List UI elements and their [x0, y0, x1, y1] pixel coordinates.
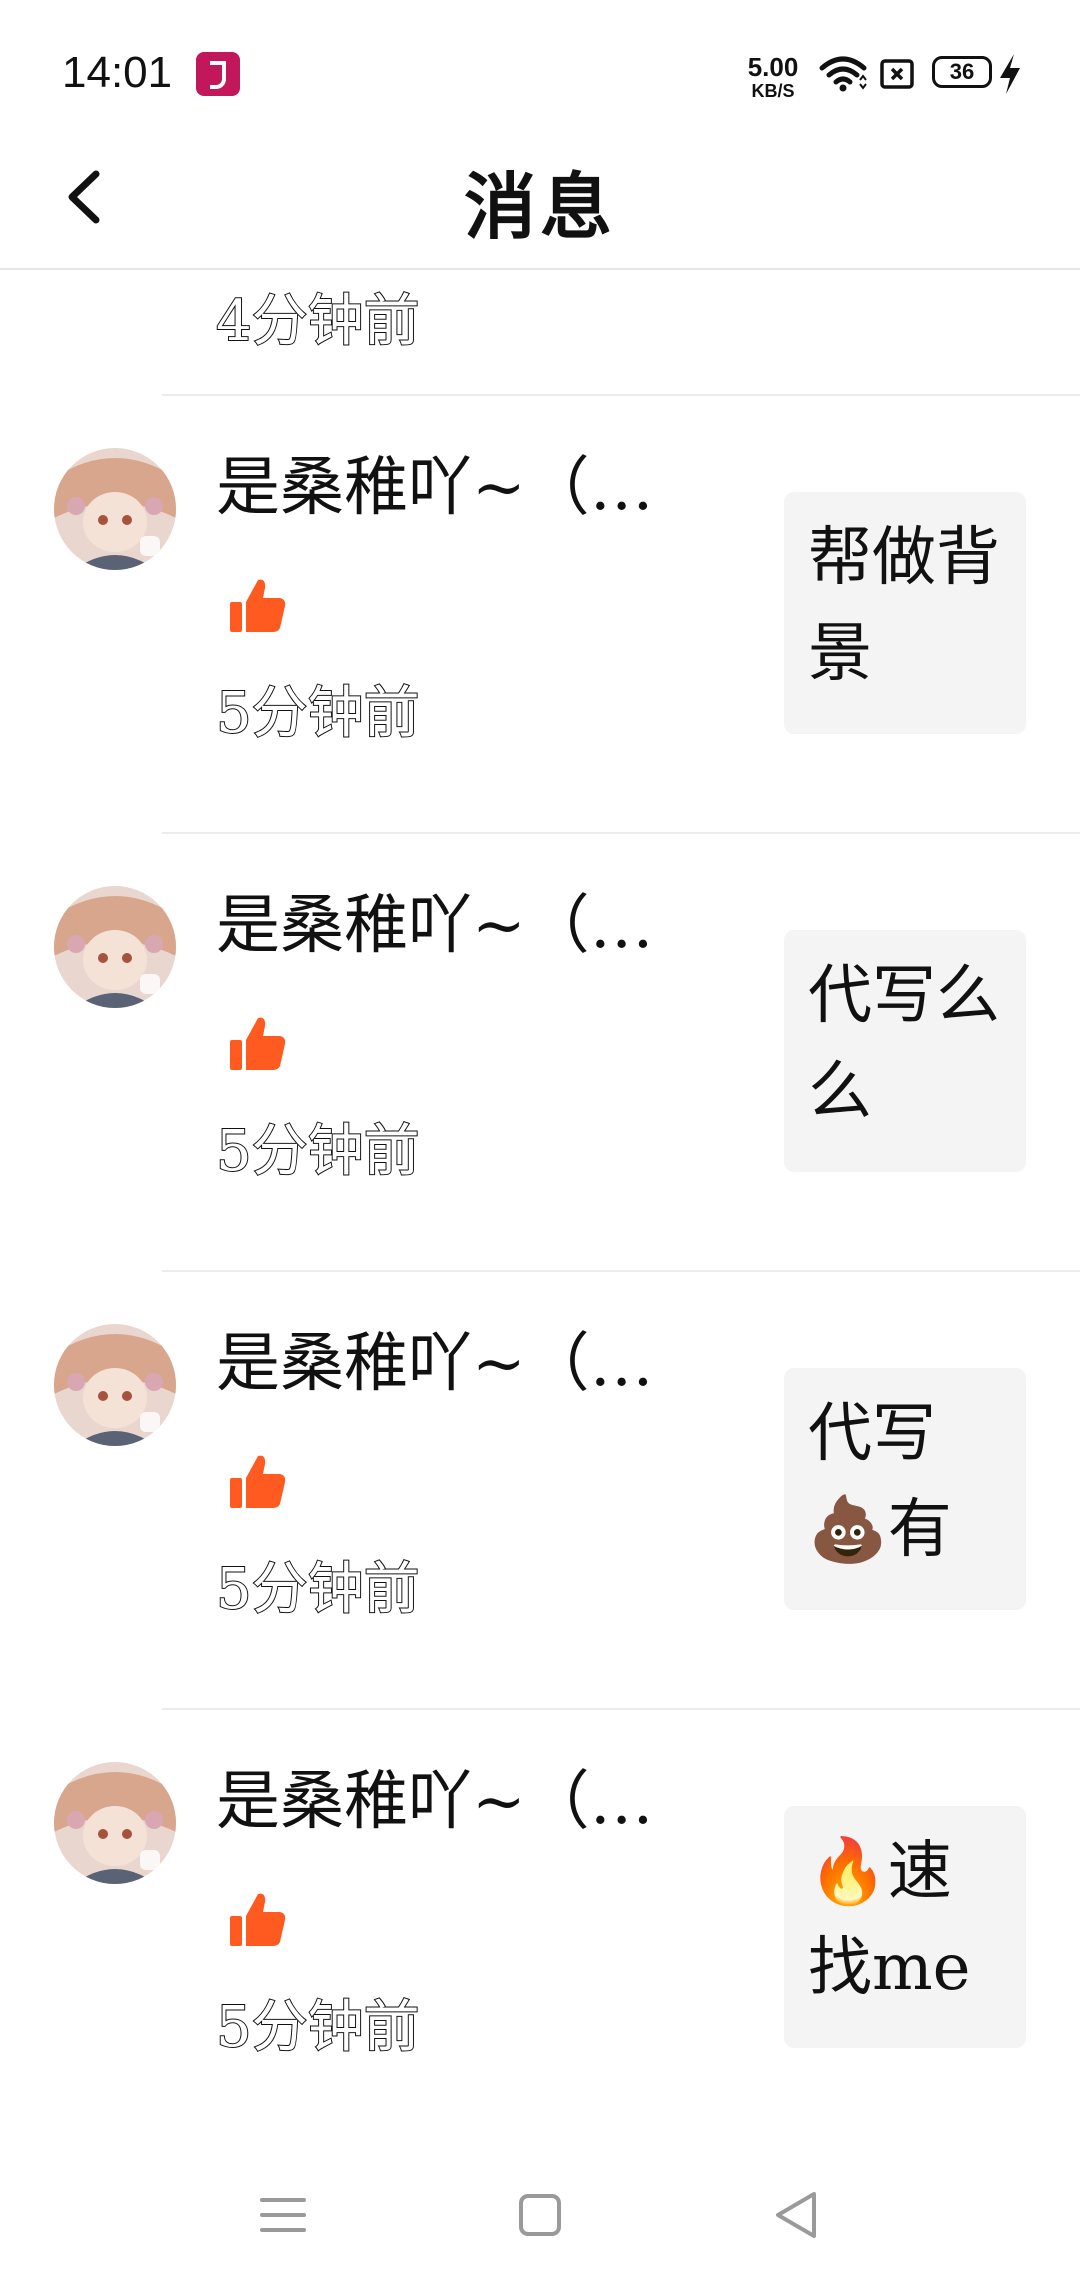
status-time: 14:01: [62, 48, 173, 97]
item-time: 5分钟前: [215, 1556, 421, 1623]
item-time: 5分钟前: [215, 1118, 421, 1185]
battery-icon: 36: [932, 56, 992, 88]
list-item[interactable]: 是桑稚吖~（… 5分钟前 帮做背景: [0, 396, 1080, 832]
avatar[interactable]: [54, 886, 176, 1008]
comment-preview[interactable]: 代写💩有: [784, 1368, 1026, 1610]
avatar[interactable]: [54, 1762, 176, 1884]
back-triangle-icon[interactable]: [762, 2180, 832, 2250]
item-time: 5分钟前: [215, 680, 421, 747]
comment-preview[interactable]: 帮做背景: [784, 492, 1026, 734]
tiktok-app-icon: [196, 52, 240, 96]
thumbs-up-icon: [230, 1893, 286, 1946]
item-time: 5分钟前: [215, 1994, 421, 2061]
page-title: 消息: [463, 164, 616, 249]
messages-screen: 14:01 5.00 KB/S 36 消息 4分钟前 是桑稚吖~（… 5分钟前 …: [0, 0, 1080, 2280]
status-bar: 14:01 5.00 KB/S 36: [0, 0, 1080, 130]
username[interactable]: 是桑稚吖~（…: [216, 1312, 716, 1404]
avatar[interactable]: [54, 448, 176, 570]
comment-preview[interactable]: 🔥速找me: [784, 1806, 1026, 2048]
home-square-icon[interactable]: [505, 2180, 575, 2250]
thumbs-up-icon: [230, 579, 286, 632]
avatar[interactable]: [54, 1324, 176, 1446]
username[interactable]: 是桑稚吖~（…: [216, 874, 716, 966]
comment-text: 帮做背景: [808, 521, 1000, 691]
comment-preview[interactable]: 代写么么: [784, 930, 1026, 1172]
network-speed-value: 5.00: [747, 52, 799, 82]
charging-icon: [1000, 54, 1020, 94]
comment-text: 代写💩有: [808, 1397, 952, 1567]
comment-text: 🔥速找me: [808, 1835, 971, 2005]
list-item[interactable]: 是桑稚吖~（… 5分钟前 🔥速找me: [0, 1710, 1080, 2146]
list-item[interactable]: 是桑稚吖~（… 5分钟前 代写💩有: [0, 1272, 1080, 1708]
username[interactable]: 是桑稚吖~（…: [216, 436, 716, 528]
thumbs-up-icon: [230, 1455, 286, 1508]
list-item[interactable]: 是桑稚吖~（… 5分钟前 代写么么: [0, 834, 1080, 1270]
thumbs-up-icon: [230, 1017, 286, 1070]
menu-icon[interactable]: [248, 2180, 318, 2250]
username[interactable]: 是桑稚吖~（…: [216, 1750, 716, 1842]
header-bar: 消息: [0, 130, 1080, 270]
wifi-icon: [819, 56, 867, 92]
sim-icon: [880, 59, 914, 89]
system-nav-bar: [0, 2152, 1080, 2280]
comment-text: 代写么么: [808, 959, 1000, 1129]
network-speed: 5.00 KB/S: [740, 54, 806, 100]
network-speed-unit: KB/S: [751, 81, 795, 101]
partial-item-time: 4分钟前: [215, 288, 421, 355]
